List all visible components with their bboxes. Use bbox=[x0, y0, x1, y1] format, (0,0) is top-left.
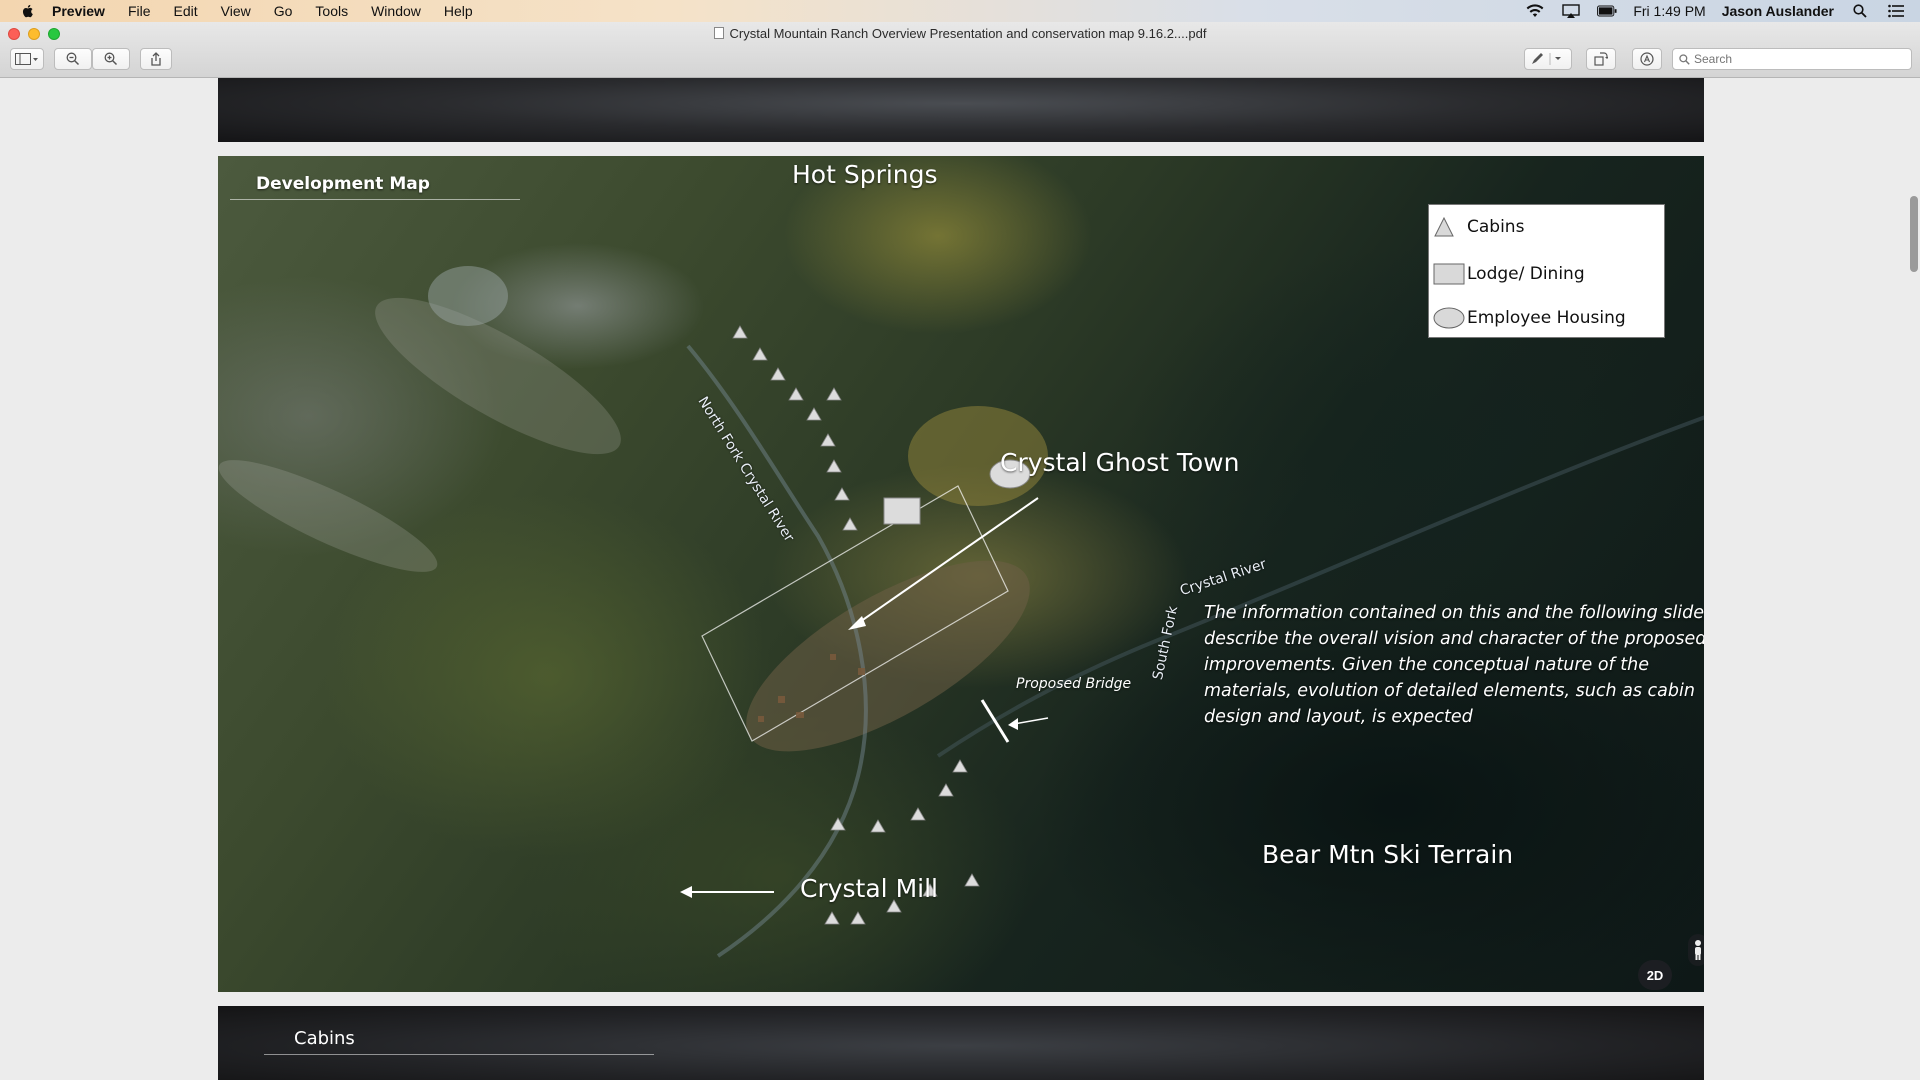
legend-item-lodge: Lodge/ Dining bbox=[1433, 262, 1585, 286]
window-title-text: Crystal Mountain Ranch Overview Presenta… bbox=[729, 26, 1207, 41]
zoom-in-icon bbox=[104, 52, 118, 66]
menu-help[interactable]: Help bbox=[444, 3, 473, 19]
title-underline bbox=[230, 199, 520, 200]
menu-go[interactable]: Go bbox=[274, 3, 293, 19]
menu-edit[interactable]: Edit bbox=[174, 3, 198, 19]
map-legend: Cabins Lodge/ Dining Employee Housing bbox=[1428, 204, 1665, 338]
next-slide-title-underline bbox=[264, 1054, 654, 1055]
next-slide-title: Cabins bbox=[294, 1028, 355, 1049]
pen-icon bbox=[1532, 53, 1561, 65]
ellipse-icon bbox=[1433, 306, 1467, 330]
menu-file[interactable]: File bbox=[128, 3, 151, 19]
previous-slide-page bbox=[218, 78, 1704, 142]
user-name[interactable]: Jason Auslander bbox=[1722, 3, 1834, 19]
menu-tools[interactable]: Tools bbox=[315, 3, 348, 19]
menu-app-preview[interactable]: Preview bbox=[52, 3, 105, 19]
legend-label-cabins: Cabins bbox=[1467, 217, 1525, 237]
markup-pen-button[interactable] bbox=[1524, 48, 1572, 70]
rotate-button[interactable] bbox=[1586, 48, 1616, 70]
legend-label-lodge: Lodge/ Dining bbox=[1467, 264, 1585, 284]
share-icon bbox=[151, 52, 161, 66]
markup-icon bbox=[1640, 52, 1654, 66]
label-crystal-ghost-town: Crystal Ghost Town bbox=[1000, 448, 1240, 477]
view-mode-2d-button[interactable]: 2D bbox=[1638, 960, 1672, 990]
battery-icon[interactable] bbox=[1597, 3, 1617, 19]
triangle-icon bbox=[1433, 215, 1467, 239]
menu-bar: Preview File Edit View Go Tools Window H… bbox=[0, 0, 1920, 22]
share-button[interactable] bbox=[140, 48, 172, 70]
wifi-icon[interactable] bbox=[1525, 3, 1545, 19]
search-field[interactable] bbox=[1672, 48, 1912, 70]
apple-menu-icon[interactable] bbox=[20, 3, 36, 19]
search-input[interactable] bbox=[1694, 52, 1894, 66]
label-crystal-mill: Crystal Mill bbox=[800, 874, 938, 903]
zoom-out-icon bbox=[66, 52, 80, 66]
vertical-scrollbar[interactable] bbox=[1910, 196, 1918, 272]
spotlight-icon[interactable] bbox=[1850, 3, 1870, 19]
zoom-out-button[interactable] bbox=[54, 48, 92, 70]
menu-view[interactable]: View bbox=[221, 3, 251, 19]
label-hot-springs: Hot Springs bbox=[792, 160, 938, 189]
label-proposed-bridge: Proposed Bridge bbox=[1016, 676, 1132, 692]
slide-info-text: The information contained on this and th… bbox=[1204, 603, 1704, 727]
sidebar-view-button[interactable] bbox=[10, 48, 44, 70]
airplay-icon[interactable] bbox=[1561, 3, 1581, 19]
rotate-icon bbox=[1594, 52, 1608, 66]
cabins-slide-page: Cabins bbox=[218, 1006, 1704, 1080]
menu-window[interactable]: Window bbox=[371, 3, 421, 19]
window-titlebar: Crystal Mountain Ranch Overview Presenta… bbox=[0, 22, 1920, 78]
clock[interactable]: Fri 1:49 PM bbox=[1633, 3, 1705, 19]
search-icon bbox=[1679, 53, 1690, 65]
legend-item-employee-housing: Employee Housing bbox=[1433, 306, 1626, 330]
zoom-in-button[interactable] bbox=[92, 48, 130, 70]
notification-center-icon[interactable] bbox=[1886, 3, 1906, 19]
pdf-document-icon bbox=[713, 27, 724, 39]
window-title: Crystal Mountain Ranch Overview Presenta… bbox=[0, 26, 1920, 41]
legend-item-cabins: Cabins bbox=[1433, 215, 1524, 239]
legend-label-employee-housing: Employee Housing bbox=[1467, 308, 1626, 328]
sidebar-icon bbox=[15, 53, 38, 65]
street-view-pegman-icon[interactable] bbox=[1688, 934, 1704, 966]
document-view[interactable]: Development Map Hot Springs Crystal Ghos… bbox=[0, 78, 1920, 1080]
label-bear-mtn-ski-terrain: Bear Mtn Ski Terrain bbox=[1262, 840, 1514, 869]
markup-toolbar-button[interactable] bbox=[1632, 48, 1662, 70]
development-map-slide: Development Map Hot Springs Crystal Ghos… bbox=[218, 156, 1704, 992]
slide-section-title: Development Map bbox=[256, 174, 430, 194]
square-icon bbox=[1433, 262, 1467, 286]
